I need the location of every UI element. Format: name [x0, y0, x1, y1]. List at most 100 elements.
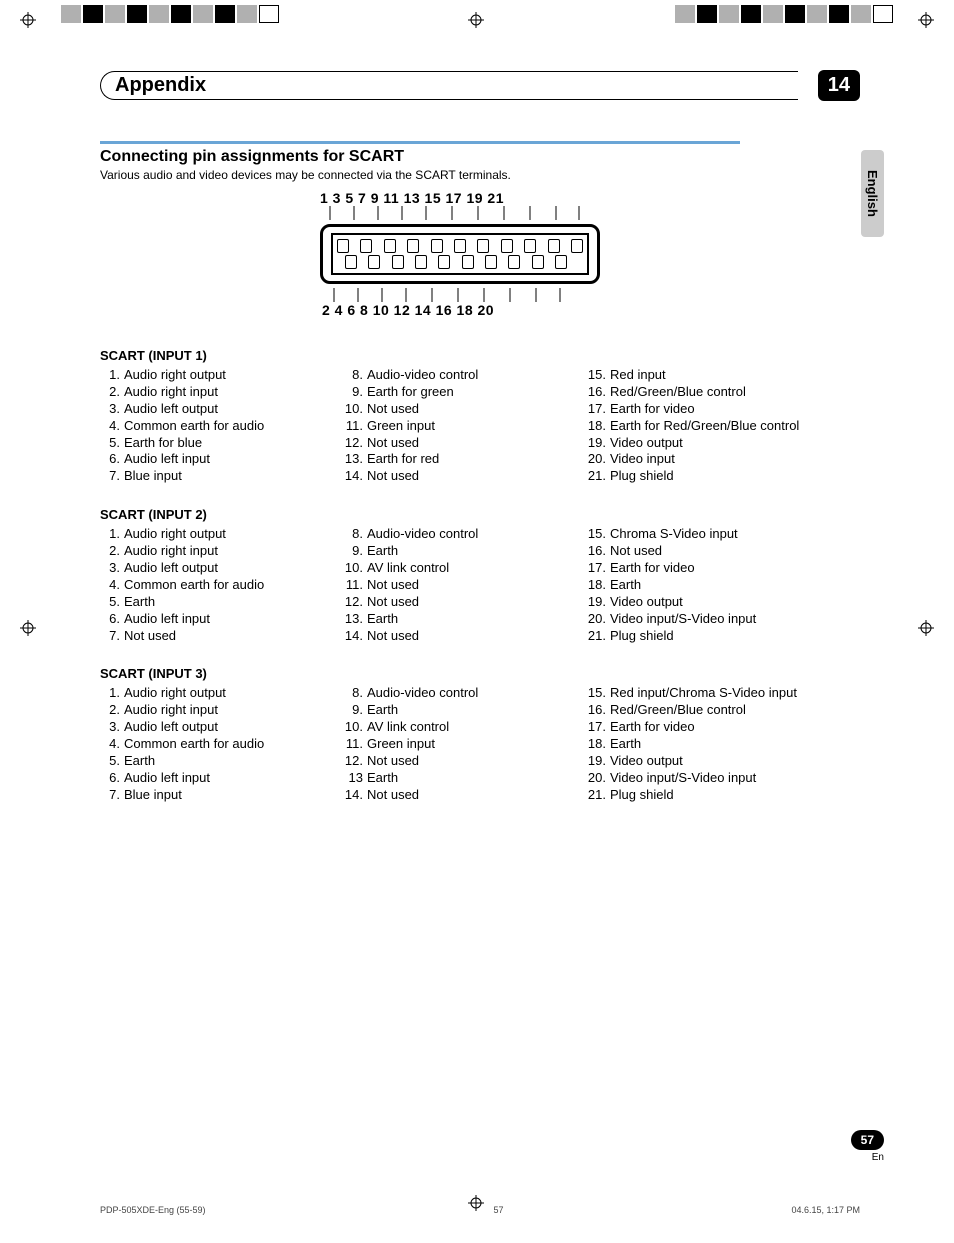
register-mark-icon [20, 620, 36, 639]
pin-label: Audio left input [124, 611, 343, 628]
pin-number: 20. [586, 770, 610, 787]
pin-number: 20. [586, 451, 610, 468]
scart3-col2: 8.Audio-video control9.Earth10.AV link c… [343, 685, 586, 803]
pin-number: 10. [343, 719, 367, 736]
pin-label: Audio-video control [367, 685, 586, 702]
pin-number: 16. [586, 543, 610, 560]
pin-number: 10. [343, 560, 367, 577]
pin-number: 10. [343, 401, 367, 418]
pin-item: 8.Audio-video control [343, 526, 586, 543]
pin-number: 12. [343, 435, 367, 452]
pin-label: Audio right output [124, 526, 343, 543]
pin-number: 18. [586, 736, 610, 753]
pin-label: Plug shield [610, 787, 829, 804]
pin-item: 1.Audio right output [100, 526, 343, 543]
pin-item: 21.Plug shield [586, 628, 829, 645]
pin-item: 16.Red/Green/Blue control [586, 384, 829, 401]
pin-label: Earth [367, 543, 586, 560]
pin-label: Audio-video control [367, 367, 586, 384]
pin-number: 6. [100, 770, 124, 787]
pin-number: 12. [343, 594, 367, 611]
chapter-title: Appendix [100, 71, 798, 100]
pin-item: 18.Earth [586, 736, 829, 753]
pin-label: Red/Green/Blue control [610, 384, 829, 401]
pin-number: 5. [100, 435, 124, 452]
pin-item: 10.AV link control [343, 560, 586, 577]
pin-label: Earth [610, 736, 829, 753]
pin-number: 16. [586, 702, 610, 719]
pin-item: 19.Video output [586, 594, 829, 611]
pin-label: Earth [124, 594, 343, 611]
scart1-col3: 15.Red input16.Red/Green/Blue control17.… [586, 367, 829, 485]
pin-number: 11. [343, 418, 367, 435]
footer-center: 57 [494, 1205, 504, 1215]
pin-item: 17.Earth for video [586, 560, 829, 577]
register-mark-icon [918, 12, 934, 31]
pin-item: 19.Video output [586, 753, 829, 770]
pin-item: 15.Red input [586, 367, 829, 384]
pin-item: 21.Plug shield [586, 787, 829, 804]
pin-item: 12.Not used [343, 435, 586, 452]
section-heading: Connecting pin assignments for SCART [100, 148, 860, 166]
scart-input-3-block: SCART (INPUT 3) 1.Audio right output2.Au… [100, 666, 860, 803]
pin-number: 21. [586, 628, 610, 645]
pin-label: Not used [367, 787, 586, 804]
pin-label: Video input/S-Video input [610, 770, 829, 787]
pin-item: 6.Audio left input [100, 770, 343, 787]
pin-number: 9. [343, 384, 367, 401]
pin-label: Audio left input [124, 451, 343, 468]
scart-input-2-block: SCART (INPUT 2) 1.Audio right output2.Au… [100, 507, 860, 644]
pin-item: 13.Earth for red [343, 451, 586, 468]
pin-number: 13. [343, 611, 367, 628]
scart-input-1-block: SCART (INPUT 1) 1.Audio right output2.Au… [100, 348, 860, 485]
pin-number: 3. [100, 560, 124, 577]
pin-number: 6. [100, 611, 124, 628]
pin-number: 17. [586, 401, 610, 418]
pin-number: 14. [343, 628, 367, 645]
pin-label: Green input [367, 736, 586, 753]
pin-item: 2.Audio right input [100, 543, 343, 560]
pin-item: 20.Video input/S-Video input [586, 611, 829, 628]
footer-left: PDP-505XDE-Eng (55-59) [100, 1205, 206, 1215]
register-mark-icon [468, 1195, 484, 1214]
pin-label: Earth for Red/Green/Blue control [610, 418, 829, 435]
pin-item: 9.Earth [343, 543, 586, 560]
pin-item: 7.Blue input [100, 787, 343, 804]
pin-label: Audio right input [124, 384, 343, 401]
pin-item: 4.Common earth for audio [100, 418, 343, 435]
pin-item: 2.Audio right input [100, 702, 343, 719]
pin-label: Green input [367, 418, 586, 435]
chapter-number-badge: 14 [818, 70, 860, 101]
pin-number: 3. [100, 401, 124, 418]
pin-number: 1. [100, 367, 124, 384]
pin-number: 19. [586, 753, 610, 770]
pin-label: Earth [367, 702, 586, 719]
pin-label: Audio right output [124, 367, 343, 384]
pin-number: 21. [586, 787, 610, 804]
pin-number: 11. [343, 577, 367, 594]
scart-pin-diagram: 1 3 5 7 9 11 13 15 17 19 21 2 4 6 8 10 1… [320, 190, 600, 318]
pin-label: Audio right input [124, 702, 343, 719]
pin-label: Earth [367, 611, 586, 628]
scart3-col3: 15.Red input/Chroma S-Video input16.Red/… [586, 685, 829, 803]
pin-number: 8. [343, 685, 367, 702]
pin-item: 20.Video input/S-Video input [586, 770, 829, 787]
pin-item: 1.Audio right output [100, 367, 343, 384]
pin-number: 4. [100, 577, 124, 594]
pin-number: 4. [100, 736, 124, 753]
pin-item: 8.Audio-video control [343, 367, 586, 384]
pin-number: 21. [586, 468, 610, 485]
pin-item: 4.Common earth for audio [100, 577, 343, 594]
pin-number: 11. [343, 736, 367, 753]
pin-item: 4.Common earth for audio [100, 736, 343, 753]
chapter-header: Appendix 14 [100, 70, 860, 101]
pin-number: 18. [586, 418, 610, 435]
pin-item: 18.Earth [586, 577, 829, 594]
pin-item: 1.Audio right output [100, 685, 343, 702]
pin-label: Not used [610, 543, 829, 560]
pin-item: 13.Earth [343, 611, 586, 628]
pin-label: Video output [610, 594, 829, 611]
pin-item: 5.Earth [100, 753, 343, 770]
pin-label: Not used [367, 401, 586, 418]
pin-item: 12.Not used [343, 753, 586, 770]
